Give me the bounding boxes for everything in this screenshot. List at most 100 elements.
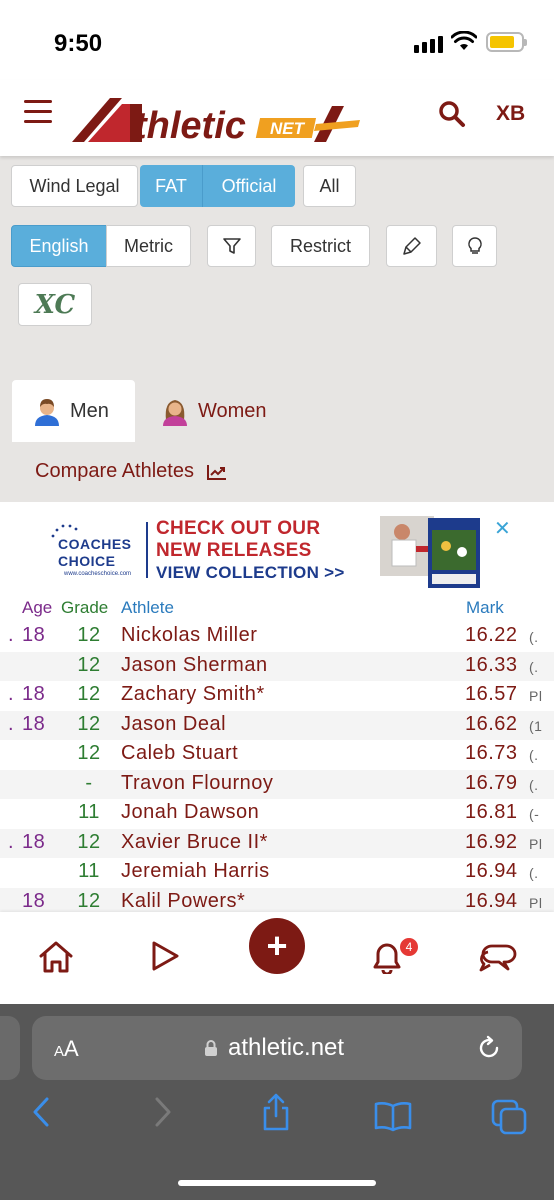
highlight-button[interactable] bbox=[386, 225, 437, 267]
cell-grade: 12 bbox=[77, 830, 101, 853]
cell-mark[interactable]: 16.22 bbox=[465, 624, 518, 647]
address-bar[interactable]: AA athletic.net bbox=[32, 1016, 522, 1080]
athletic-net-logo[interactable]: thletic NET bbox=[70, 90, 370, 148]
cell-grade: 12 bbox=[77, 624, 101, 646]
all-button[interactable]: All bbox=[303, 165, 356, 207]
cell-mark[interactable]: 16.94 bbox=[465, 860, 518, 883]
table-row[interactable]: . 18 12 Xavier Bruce II* 16.92 Pl bbox=[0, 828, 554, 858]
highlighter-icon bbox=[402, 237, 421, 255]
cell-extra: (. bbox=[529, 747, 539, 763]
bookmarks-icon[interactable] bbox=[373, 1100, 413, 1132]
tab-men-label: Men bbox=[70, 399, 109, 422]
cell-athlete[interactable]: Kalil Powers* bbox=[121, 890, 245, 913]
cell-mark[interactable]: 16.33 bbox=[465, 654, 518, 677]
cell-age: 18 bbox=[22, 830, 46, 853]
filter-button[interactable] bbox=[207, 225, 256, 267]
add-button[interactable]: + bbox=[249, 918, 305, 974]
cell-athlete[interactable]: Jason Sherman bbox=[121, 654, 268, 677]
cell-athlete[interactable]: Zachary Smith* bbox=[121, 683, 265, 706]
cell-athlete[interactable]: Xavier Bruce II* bbox=[121, 831, 268, 854]
search-icon[interactable] bbox=[438, 100, 466, 128]
cell-mark[interactable]: 16.92 bbox=[465, 831, 518, 854]
ad-divider bbox=[146, 522, 148, 578]
user-initials-button[interactable]: XB bbox=[496, 102, 525, 126]
compare-athletes-label: Compare Athletes bbox=[35, 460, 194, 482]
cell-athlete[interactable]: Jonah Dawson bbox=[121, 801, 259, 824]
cell-grade: 12 bbox=[77, 712, 101, 735]
xc-button[interactable]: XC bbox=[18, 283, 92, 326]
cell-extra: (1 bbox=[529, 717, 543, 734]
table-row[interactable]: 12 Caleb Stuart 16.73 (. bbox=[0, 740, 554, 770]
app-header: thletic NET XB bbox=[0, 80, 554, 156]
tab-men[interactable]: Men bbox=[12, 380, 135, 442]
ad-brand-url: www.coacheschoice.com bbox=[64, 571, 132, 577]
browser-toolbar: AA athletic.net bbox=[0, 1004, 554, 1200]
english-units-button[interactable]: English bbox=[11, 225, 107, 267]
cell-age: 18 bbox=[22, 712, 46, 735]
cell-mark[interactable]: 16.57 bbox=[465, 683, 518, 706]
cell-extra: (. bbox=[529, 629, 539, 645]
restrict-button[interactable]: Restrict bbox=[271, 225, 370, 267]
table-row[interactable]: 18 12 Kalil Powers* 16.94 Pl bbox=[0, 887, 554, 913]
table-row[interactable]: 11 Jonah Dawson 16.81 (- bbox=[0, 799, 554, 829]
cell-athlete[interactable]: Jason Deal bbox=[121, 713, 226, 736]
cell-grade: 11 bbox=[78, 801, 100, 823]
cell-grade: 12 bbox=[77, 653, 101, 676]
reload-icon[interactable] bbox=[476, 1035, 502, 1061]
man-avatar-icon bbox=[35, 399, 59, 426]
cell-athlete[interactable]: Jeremiah Harris bbox=[121, 860, 270, 883]
compare-athletes-link[interactable]: Compare Athletes bbox=[35, 460, 228, 483]
forward-icon[interactable] bbox=[150, 1096, 174, 1128]
tips-button[interactable] bbox=[452, 225, 497, 267]
col-header-mark[interactable]: Mark bbox=[466, 598, 504, 618]
table-row[interactable]: . 18 12 Nickolas Miller 16.22 (. bbox=[0, 622, 554, 652]
chat-icon[interactable] bbox=[478, 942, 518, 974]
cell-mark[interactable]: 16.81 bbox=[465, 801, 518, 824]
table-row[interactable]: - Travon Flournoy 16.79 (. bbox=[0, 769, 554, 799]
share-icon[interactable] bbox=[260, 1092, 292, 1132]
col-header-age[interactable]: Age bbox=[22, 598, 52, 618]
previous-tab-peek[interactable] bbox=[0, 1016, 20, 1080]
cell-dot: . bbox=[8, 683, 15, 705]
cell-mark[interactable]: 16.94 bbox=[465, 890, 518, 913]
table-row[interactable]: 12 Jason Sherman 16.33 (. bbox=[0, 651, 554, 681]
fat-button[interactable]: FAT bbox=[140, 165, 202, 207]
ad-banner[interactable]: COACHES CHOICE www.coacheschoice.com CHE… bbox=[0, 502, 554, 594]
ad-cta[interactable]: VIEW COLLECTION >> bbox=[156, 563, 345, 583]
cell-grade: 11 bbox=[78, 860, 100, 882]
menu-icon[interactable] bbox=[24, 100, 52, 124]
url-text: athletic.net bbox=[228, 1034, 345, 1061]
cell-athlete[interactable]: Caleb Stuart bbox=[121, 742, 238, 765]
cell-dot: . bbox=[8, 712, 15, 735]
cell-grade: 12 bbox=[77, 889, 101, 912]
text-size-button[interactable]: AA bbox=[54, 1036, 79, 1062]
home-icon[interactable] bbox=[38, 940, 74, 974]
cell-mark[interactable]: 16.73 bbox=[465, 742, 518, 765]
back-icon[interactable] bbox=[30, 1096, 54, 1128]
bottom-app-bar: + 4 bbox=[0, 912, 554, 1004]
col-header-athlete[interactable]: Athlete bbox=[121, 598, 174, 618]
col-header-grade[interactable]: Grade bbox=[61, 598, 108, 618]
cell-athlete[interactable]: Nickolas Miller bbox=[121, 624, 257, 647]
cell-extra: (. bbox=[529, 776, 539, 793]
status-bar: 9:50 bbox=[0, 0, 554, 80]
metric-units-button[interactable]: Metric bbox=[106, 225, 191, 267]
table-row[interactable]: . 18 12 Zachary Smith* 16.57 Pl bbox=[0, 681, 554, 711]
ad-close-button[interactable]: ✕ bbox=[494, 516, 511, 541]
cell-mark[interactable]: 16.62 bbox=[465, 713, 518, 736]
lightbulb-icon bbox=[467, 237, 482, 254]
ad-headline-2: NEW RELEASES bbox=[156, 540, 312, 561]
play-icon[interactable] bbox=[150, 940, 180, 972]
text-size-label-small: A bbox=[54, 1043, 65, 1060]
official-button[interactable]: Official bbox=[202, 165, 295, 207]
cell-athlete[interactable]: Travon Flournoy bbox=[121, 772, 273, 795]
tabs-icon[interactable] bbox=[490, 1098, 528, 1136]
table-row[interactable]: . 18 12 Jason Deal 16.62 (1 bbox=[0, 710, 554, 740]
cell-age: 18 bbox=[22, 624, 46, 646]
wind-legal-button[interactable]: Wind Legal bbox=[11, 165, 138, 207]
cell-dot: . bbox=[8, 830, 15, 853]
cell-mark[interactable]: 16.79 bbox=[465, 772, 518, 795]
tab-women[interactable]: Women bbox=[160, 380, 267, 442]
table-row[interactable]: 11 Jeremiah Harris 16.94 (. bbox=[0, 858, 554, 888]
logo-net-text: NET bbox=[270, 119, 306, 138]
